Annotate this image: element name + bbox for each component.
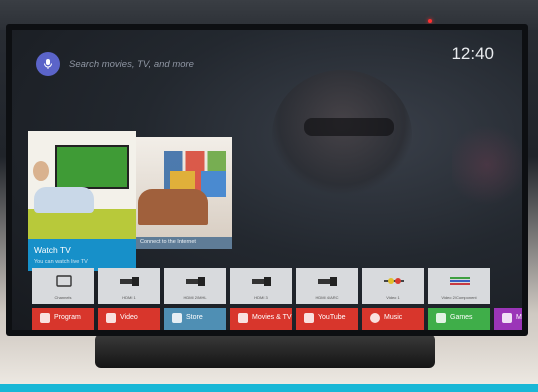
input-label: HDMI 3 [254, 295, 268, 300]
hdmi-icon [186, 277, 205, 286]
background-image-detail [304, 118, 394, 136]
microphone-glyph [44, 59, 52, 69]
app-label: Store [186, 314, 203, 321]
app-tile-youtube[interactable]: YouTube [296, 308, 358, 330]
person-illustration [34, 187, 94, 213]
tv-stand [95, 334, 435, 368]
bottom-strip [0, 384, 538, 392]
microphone-icon[interactable] [36, 52, 60, 76]
youtube-icon [304, 313, 314, 323]
power-led [428, 19, 432, 23]
app-tile-program[interactable]: Program [32, 308, 94, 330]
app-label: Games [450, 314, 473, 321]
watch-tv-subtitle: You can watch live TV [34, 259, 88, 265]
watch-tv-card[interactable]: Watch TV You can watch live TV [28, 131, 136, 271]
watch-tv-title: Watch TV [34, 245, 71, 255]
app-tile-music[interactable]: Music [362, 308, 424, 330]
people-illustration [138, 189, 208, 225]
clock: 12:40 [451, 44, 494, 63]
store-icon [172, 313, 182, 323]
app-tile-video[interactable]: Video [98, 308, 160, 330]
person-head-illustration [33, 161, 49, 181]
movies-tv-icon [238, 313, 248, 323]
watch-tv-artwork [28, 131, 136, 239]
app-tile-games[interactable]: Games [428, 308, 490, 330]
hdmi-icon [120, 277, 139, 286]
channels-icon [56, 275, 72, 287]
watch-tv-caption: Watch TV You can watch live TV [28, 239, 136, 271]
input-tile-channels[interactable]: Channels [32, 268, 94, 304]
input-label: HDMI 1 [122, 295, 136, 300]
app-label: Movies & TV [252, 314, 292, 321]
search-input[interactable]: Search movies, TV, and more [69, 59, 194, 70]
composite-icon [384, 278, 404, 284]
input-tile-video2[interactable]: Video 2/Component [428, 268, 490, 304]
tv-illustration [55, 145, 129, 189]
component-icon [450, 277, 470, 285]
app-tile-movies-tv[interactable]: Movies & TV [230, 308, 292, 330]
app-label: Mu [516, 314, 522, 321]
tv-screen: Search movies, TV, and more 12:40 Watch … [12, 30, 522, 330]
input-label: Video 1 [386, 295, 400, 300]
input-tile-hdmi2[interactable]: HDMI 2/MHL [164, 268, 226, 304]
background-image-detail [452, 120, 522, 210]
hdmi-icon [252, 277, 271, 286]
app-tile-mu[interactable]: Mu [494, 308, 522, 330]
sofa-illustration [28, 209, 136, 239]
input-label: Channels [54, 295, 72, 300]
input-label: HDMI 2/MHL [183, 295, 207, 300]
connect-internet-card[interactable]: Connect to the Internet [136, 137, 232, 249]
app-tile-store[interactable]: Store [164, 308, 226, 330]
program-icon [40, 313, 50, 323]
input-tile-hdmi4[interactable]: HDMI 4/ARC [296, 268, 358, 304]
app-icon [502, 313, 512, 323]
connect-internet-caption: Connect to the Internet [136, 237, 232, 249]
app-label: Video [120, 314, 138, 321]
app-label: Music [384, 314, 403, 321]
connect-internet-artwork [136, 137, 232, 237]
hdmi-icon [318, 277, 337, 286]
input-tile-hdmi1[interactable]: HDMI 1 [98, 268, 160, 304]
connect-internet-title: Connect to the Internet [140, 239, 196, 245]
input-label: HDMI 4/ARC [315, 295, 339, 300]
app-label: YouTube [318, 314, 346, 321]
input-label: Video 2/Component [441, 295, 477, 300]
app-label: Program [54, 314, 81, 321]
video-icon [106, 313, 116, 323]
music-icon [370, 313, 380, 323]
games-icon [436, 313, 446, 323]
input-tile-video1[interactable]: Video 1 [362, 268, 424, 304]
input-tile-hdmi3[interactable]: HDMI 3 [230, 268, 292, 304]
